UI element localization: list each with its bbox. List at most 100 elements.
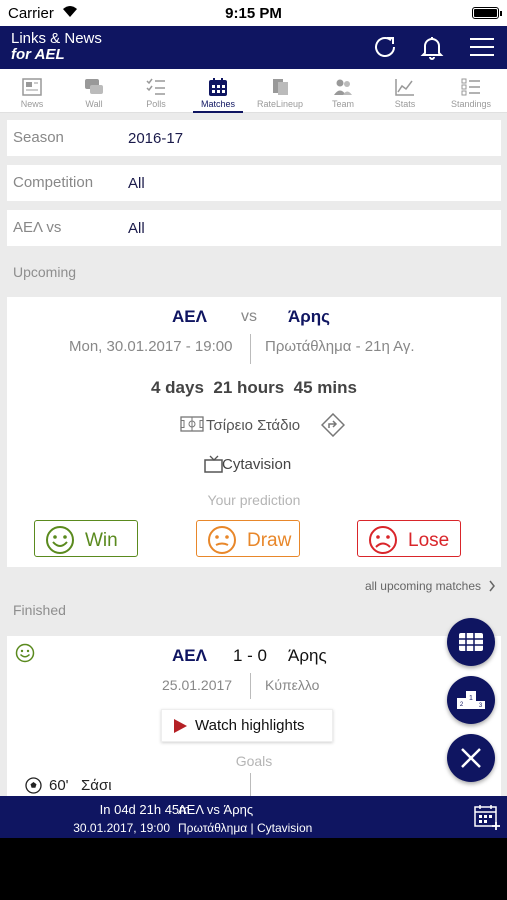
next-match-bar[interactable]: In 04d 21h 45m ΑΕΛ vs Άρης 30.01.2017, 1… bbox=[0, 796, 507, 838]
tab-wall[interactable]: Wall bbox=[63, 69, 125, 113]
app-header: Links & News for AEL bbox=[0, 26, 507, 69]
divider bbox=[250, 773, 251, 796]
match-competition: Κύπελλο bbox=[265, 677, 320, 693]
win-label: Win bbox=[85, 530, 118, 551]
rate-lineup-icon bbox=[273, 79, 288, 95]
draw-label: Draw bbox=[247, 530, 292, 551]
competition-value: All bbox=[128, 175, 145, 192]
standings-icon bbox=[461, 78, 480, 96]
app-title: Links & News bbox=[11, 30, 102, 47]
calendar-icon bbox=[209, 78, 227, 96]
smile-icon bbox=[46, 526, 74, 554]
chevron-right-icon[interactable] bbox=[488, 580, 496, 592]
opponent-value: All bbox=[128, 220, 145, 237]
win-result-icon bbox=[15, 643, 35, 663]
close-icon bbox=[461, 748, 481, 768]
goal-scorer: Σάσι bbox=[81, 777, 112, 794]
season-value: 2016-17 bbox=[128, 130, 184, 147]
tab-label: Polls bbox=[146, 99, 166, 109]
countdown: 4 days 21 hours 45 mins bbox=[151, 378, 357, 397]
upcoming-match-card[interactable]: ΑΕΛ vs Άρης Mon, 30.01.2017 - 19:00 Πρωτ… bbox=[7, 297, 501, 567]
lose-label: Lose bbox=[408, 530, 450, 551]
neutral-face-icon bbox=[208, 526, 236, 554]
play-icon bbox=[174, 719, 187, 733]
tv-icon bbox=[204, 455, 223, 473]
vs-label: vs bbox=[241, 308, 257, 325]
opponent-filter[interactable]: ΑΕΛ vs All bbox=[7, 210, 501, 246]
ball-icon bbox=[25, 777, 42, 794]
battery-icon bbox=[472, 7, 502, 19]
tab-label: Matches bbox=[200, 99, 235, 109]
final-score: 1 - 0 bbox=[233, 646, 268, 665]
tab-news[interactable]: News bbox=[1, 69, 63, 113]
next-match-datetime: 30.01.2017, 19:00 bbox=[73, 821, 170, 835]
finished-section-label: Finished bbox=[13, 602, 66, 618]
divider bbox=[250, 334, 251, 364]
tab-label: Standings bbox=[450, 99, 492, 109]
predict-draw-button[interactable]: Draw bbox=[196, 520, 300, 557]
season-label: Season bbox=[13, 129, 64, 146]
upcoming-section-label: Upcoming bbox=[13, 264, 77, 280]
next-match-countdown: In 04d 21h 45m bbox=[99, 802, 190, 817]
tab-polls[interactable]: Polls bbox=[125, 69, 187, 113]
goal-minute: 60' bbox=[49, 777, 69, 794]
tab-stats[interactable]: Stats bbox=[374, 69, 436, 113]
watch-highlights-button[interactable]: Watch highlights bbox=[161, 709, 333, 742]
news-icon bbox=[22, 78, 42, 96]
competition-label: Competition bbox=[13, 174, 94, 191]
team-icon bbox=[334, 79, 352, 95]
highlights-label: Watch highlights bbox=[195, 717, 305, 734]
away-team: Άρης bbox=[288, 646, 327, 665]
tab-standings[interactable]: Standings bbox=[440, 69, 502, 113]
home-team: ΑΕΛ bbox=[172, 307, 207, 326]
tab-label: Stats bbox=[394, 99, 416, 109]
svg-text:1: 1 bbox=[469, 695, 473, 702]
finished-match-card[interactable]: ΑΕΛ 1 - 0 Άρης 25.01.2017 Κύπελλο Watch … bbox=[7, 636, 501, 796]
competition-filter[interactable]: Competition All bbox=[7, 165, 501, 201]
match-date: 25.01.2017 bbox=[162, 677, 233, 693]
status-bar: Carrier 9:15 PM bbox=[0, 0, 507, 26]
tab-team[interactable]: Team bbox=[312, 69, 374, 113]
prediction-label: Your prediction bbox=[207, 492, 301, 508]
sad-face-icon bbox=[369, 526, 397, 554]
tab-ratelineup[interactable]: RateLineup bbox=[249, 69, 311, 113]
podium-icon: 1 2 3 bbox=[457, 691, 485, 709]
tab-label: Team bbox=[331, 99, 354, 109]
list-view-button[interactable] bbox=[447, 618, 495, 666]
goals-label: Goals bbox=[235, 753, 273, 769]
app-subtitle: for AEL bbox=[11, 46, 65, 63]
tab-label: Wall bbox=[85, 99, 103, 109]
refresh-icon[interactable] bbox=[370, 32, 400, 62]
divider bbox=[250, 673, 251, 699]
wall-icon bbox=[85, 79, 103, 94]
stats-icon bbox=[395, 79, 414, 96]
bell-icon[interactable] bbox=[417, 32, 447, 62]
tab-bar: News Wall Polls Matches RateLineup Team … bbox=[0, 69, 507, 113]
close-fab-button[interactable] bbox=[447, 734, 495, 782]
home-team: ΑΕΛ bbox=[172, 646, 207, 665]
predict-win-button[interactable]: Win bbox=[34, 520, 138, 557]
tab-label: RateLineup bbox=[256, 99, 304, 109]
season-filter[interactable]: Season 2016-17 bbox=[7, 120, 501, 156]
stadium-icon bbox=[180, 416, 204, 432]
next-match-teams: ΑΕΛ vs Άρης bbox=[178, 802, 254, 817]
tab-matches[interactable]: Matches bbox=[187, 69, 249, 113]
all-upcoming-link[interactable]: all upcoming matches bbox=[365, 579, 481, 593]
away-team: Άρης bbox=[288, 307, 331, 326]
predict-lose-button[interactable]: Lose bbox=[357, 520, 461, 557]
directions-icon[interactable] bbox=[321, 413, 345, 437]
clock: 9:15 PM bbox=[225, 5, 282, 22]
broadcaster: Cytavision bbox=[222, 456, 292, 473]
match-competition: Πρωτάθλημα - 21η Αγ. bbox=[265, 338, 415, 355]
menu-icon[interactable] bbox=[467, 32, 497, 62]
opponent-label: ΑΕΛ vs bbox=[13, 219, 62, 236]
standings-button[interactable]: 1 2 3 bbox=[447, 676, 495, 724]
tab-label: News bbox=[20, 99, 44, 109]
stadium-name: Τσίρειο Στάδιο bbox=[206, 417, 301, 434]
polls-icon bbox=[146, 78, 165, 95]
add-to-calendar-icon[interactable] bbox=[473, 803, 501, 831]
next-match-info: Πρωτάθλημα | Cytavision bbox=[178, 821, 313, 835]
bottom-black-bar bbox=[0, 838, 507, 900]
match-datetime: Mon, 30.01.2017 - 19:00 bbox=[69, 338, 233, 355]
grid-list-icon bbox=[459, 633, 483, 651]
